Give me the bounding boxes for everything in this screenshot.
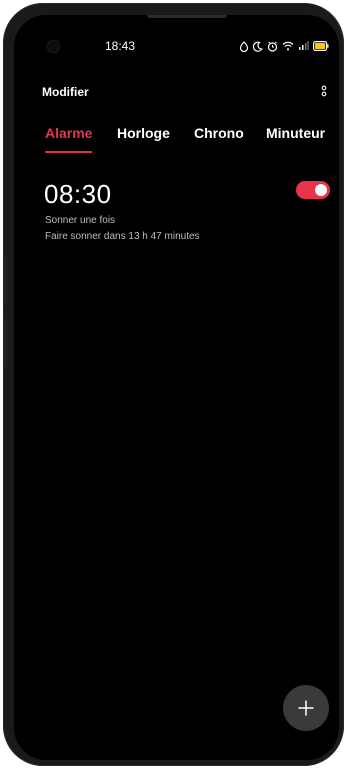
wifi-icon [282,41,294,51]
tab-bar: Alarme Horloge Chrono Minuteur [45,125,339,155]
tab-minuteur[interactable]: Minuteur [266,125,325,141]
status-icons [239,39,329,53]
phone-frame: 18:43 Modifier Alarme Horloge Chrono Min… [3,3,344,766]
screen: 18:43 Modifier Alarme Horloge Chrono Min… [14,15,339,760]
toggle-knob [315,184,327,196]
alarm-repeat-label: Sonner une fois [45,215,116,226]
moon-icon [253,41,263,52]
status-time: 18:43 [105,39,136,53]
power-button [3,318,7,368]
tab-alarme[interactable]: Alarme [45,125,92,141]
page-title[interactable]: Modifier [42,85,89,99]
clock-icon [267,41,278,52]
signal-icon [298,41,309,51]
add-alarm-button[interactable] [283,685,329,731]
alarm-icon [239,40,249,52]
volume-button [3,255,7,305]
more-vert-icon[interactable] [319,83,329,101]
tab-horloge[interactable]: Horloge [117,125,170,141]
active-tab-indicator [45,151,92,153]
battery-icon [313,41,329,51]
tab-chrono[interactable]: Chrono [194,125,244,141]
alarm-time[interactable]: 08:30 [44,179,112,210]
plus-icon [298,700,314,716]
speaker-grille [147,15,227,18]
alarm-countdown-label: Faire sonner dans 13 h 47 minutes [45,231,200,242]
alarm-toggle[interactable] [296,181,330,199]
camera-icon [48,41,59,52]
